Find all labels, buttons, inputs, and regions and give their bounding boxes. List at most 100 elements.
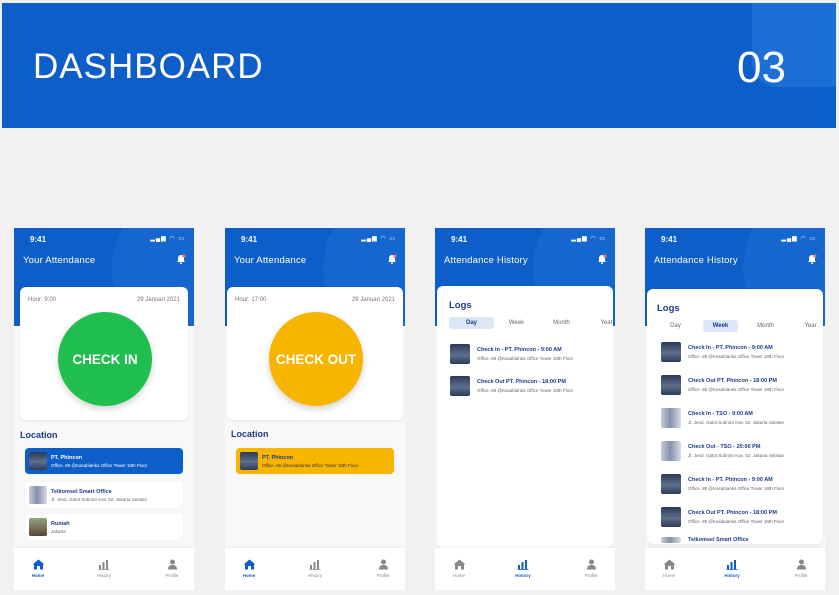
header-banner: DASHBOARD 03 bbox=[2, 3, 836, 128]
tab-day[interactable]: Day bbox=[449, 317, 494, 329]
status-time: 9:41 bbox=[30, 235, 47, 244]
notification-bell-icon[interactable] bbox=[176, 254, 186, 265]
nav-profile[interactable]: Profile bbox=[152, 559, 192, 578]
location-item-selected[interactable]: PT. Phincon Office. 88 @Kasablanka Offic… bbox=[236, 448, 394, 474]
period-tabs: Day Week Month Year bbox=[449, 317, 615, 329]
log-item[interactable]: Check In - PT. Phincon - 9:00 AM Office. … bbox=[661, 474, 784, 494]
log-item[interactable]: Telkomsel Smart Office bbox=[661, 537, 749, 543]
user-icon bbox=[167, 559, 177, 570]
phone-screen-history-day: 9:41 ▂▄▆ ◠ ▭ Attendance History Logs Day… bbox=[435, 228, 615, 590]
log-item[interactable]: Check In - PT. Phincon - 9:00 AM Office. … bbox=[450, 344, 573, 364]
building-thumbnail bbox=[661, 375, 681, 395]
logs-card: Logs Day Week Month Year Check In - PT. … bbox=[437, 286, 613, 548]
banner-number: 03 bbox=[737, 43, 786, 92]
phone-screen-check-out: 9:41 ▂▄▆ ◠ ▭ Your Attendance Hour: 17:00… bbox=[225, 228, 405, 590]
nav-profile[interactable]: Profile bbox=[571, 559, 611, 578]
nav-home[interactable]: Home bbox=[649, 559, 689, 578]
screen-title: Your Attendance bbox=[234, 255, 307, 266]
status-time: 9:41 bbox=[661, 235, 678, 244]
location-name: Telkomsel Smart Office bbox=[51, 488, 112, 495]
nav-history[interactable]: History bbox=[84, 559, 124, 578]
location-heading: Location bbox=[20, 430, 58, 440]
phone-screen-history-week: 9:41 ▂▄▆ ◠ ▭ Attendance History Logs Day… bbox=[645, 228, 825, 590]
date-label: 29 Januari 2021 bbox=[351, 297, 395, 303]
chart-icon bbox=[309, 560, 321, 570]
home-icon bbox=[453, 559, 465, 570]
location-address: Office. 88 @Kasablanka Office Tower 18th… bbox=[262, 462, 359, 468]
tab-year[interactable]: Year bbox=[584, 317, 615, 329]
nav-home[interactable]: Home bbox=[439, 559, 479, 578]
tab-month[interactable]: Month bbox=[743, 320, 788, 332]
check-out-button[interactable]: CHECK OUT bbox=[269, 312, 363, 406]
location-name: PT. Phincon bbox=[51, 454, 83, 461]
check-in-button[interactable]: CHECK IN bbox=[58, 312, 152, 406]
location-item[interactable]: Rumah Jakarta bbox=[25, 514, 183, 540]
location-address: Jl. Jend. Gatot Subroto Kav. 52. Jakarta… bbox=[51, 496, 147, 502]
location-item[interactable]: Telkomsel Smart Office Jl. Jend. Gatot S… bbox=[25, 482, 183, 508]
building-thumbnail bbox=[661, 474, 681, 494]
tab-month[interactable]: Month bbox=[539, 317, 584, 329]
building-thumbnail bbox=[661, 408, 681, 428]
nav-history[interactable]: History bbox=[712, 559, 752, 578]
status-icons: ▂▄▆ ◠ ▭ bbox=[361, 236, 396, 242]
notification-bell-icon[interactable] bbox=[807, 254, 817, 265]
nav-profile[interactable]: Profile bbox=[781, 559, 821, 578]
location-heading: Location bbox=[231, 429, 269, 439]
logs-title: Logs bbox=[449, 300, 472, 311]
building-thumbnail bbox=[450, 376, 470, 396]
status-icons: ▂▄▆ ◠ ▭ bbox=[150, 236, 185, 242]
hour-label: Hour: 9:00 bbox=[28, 297, 57, 303]
home-icon bbox=[243, 559, 255, 570]
house-thumbnail bbox=[29, 518, 47, 536]
logs-card: Logs Day Week Month Year Check In - PT. … bbox=[647, 289, 823, 544]
status-icons: ▂▄▆ ◠ ▭ bbox=[781, 236, 816, 242]
chart-icon bbox=[98, 560, 110, 570]
building-thumbnail bbox=[29, 486, 47, 504]
location-address: Office. 88 @Kasablanka Office Tower 18th… bbox=[51, 462, 148, 468]
chart-icon bbox=[517, 560, 529, 570]
nav-profile[interactable]: Profile bbox=[363, 559, 403, 578]
screen-title: Your Attendance bbox=[23, 255, 96, 266]
log-item[interactable]: Check Out PT. Phincon - 18:00 PM Office. … bbox=[661, 507, 784, 527]
home-icon bbox=[32, 559, 44, 570]
period-tabs: Day Week Month Year bbox=[653, 320, 825, 332]
location-address: Jakarta bbox=[51, 528, 66, 534]
log-item[interactable]: Check Out PT. Phincon - 18:00 PM Office. … bbox=[661, 375, 784, 395]
location-name: Rumah bbox=[51, 520, 70, 527]
building-thumbnail bbox=[661, 507, 681, 527]
building-thumbnail bbox=[661, 441, 681, 461]
building-thumbnail bbox=[29, 452, 47, 470]
location-item-selected[interactable]: PT. Phincon Office. 88 @Kasablanka Offic… bbox=[25, 448, 183, 474]
notification-bell-icon[interactable] bbox=[387, 254, 397, 265]
user-icon bbox=[796, 559, 806, 570]
user-icon bbox=[378, 559, 388, 570]
attendance-card: Hour: 17:00 29 Januari 2021 CHECK OUT bbox=[227, 287, 403, 420]
tab-day[interactable]: Day bbox=[653, 320, 698, 332]
building-thumbnail bbox=[450, 344, 470, 364]
nav-history[interactable]: History bbox=[295, 559, 335, 578]
log-item[interactable]: Check In - TSO - 9:00 AM Jl. Jend. Gatot … bbox=[661, 408, 784, 428]
hour-label: Hour: 17:00 bbox=[235, 297, 267, 303]
log-item[interactable]: Check Out - TSO - 20:00 PM Jl. Jend. Gato… bbox=[661, 441, 784, 461]
log-item[interactable]: Check In - PT. Phincon - 9:00 AM Office. … bbox=[661, 342, 784, 362]
building-thumbnail bbox=[240, 452, 258, 470]
nav-history[interactable]: History bbox=[503, 559, 543, 578]
bottom-nav: Home History Profile bbox=[645, 548, 825, 590]
building-thumbnail bbox=[661, 537, 681, 543]
date-label: 29 Januari 2021 bbox=[136, 297, 180, 303]
location-name: PT. Phincon bbox=[262, 454, 294, 461]
bottom-nav: Home History Profile bbox=[435, 548, 615, 590]
tab-week[interactable]: Week bbox=[703, 320, 738, 332]
screen-title: Attendance History bbox=[444, 255, 528, 266]
status-time: 9:41 bbox=[241, 235, 258, 244]
notification-bell-icon[interactable] bbox=[597, 254, 607, 265]
building-thumbnail bbox=[661, 342, 681, 362]
log-item[interactable]: Check Out PT. Phincon - 18:00 PM Office. … bbox=[450, 376, 573, 396]
home-icon bbox=[663, 559, 675, 570]
tab-week[interactable]: Week bbox=[494, 317, 539, 329]
chart-icon bbox=[726, 560, 738, 570]
tab-year[interactable]: Year bbox=[788, 320, 825, 332]
screen-title: Attendance History bbox=[654, 255, 738, 266]
nav-home[interactable]: Home bbox=[229, 559, 269, 578]
nav-home[interactable]: Home bbox=[18, 559, 58, 578]
